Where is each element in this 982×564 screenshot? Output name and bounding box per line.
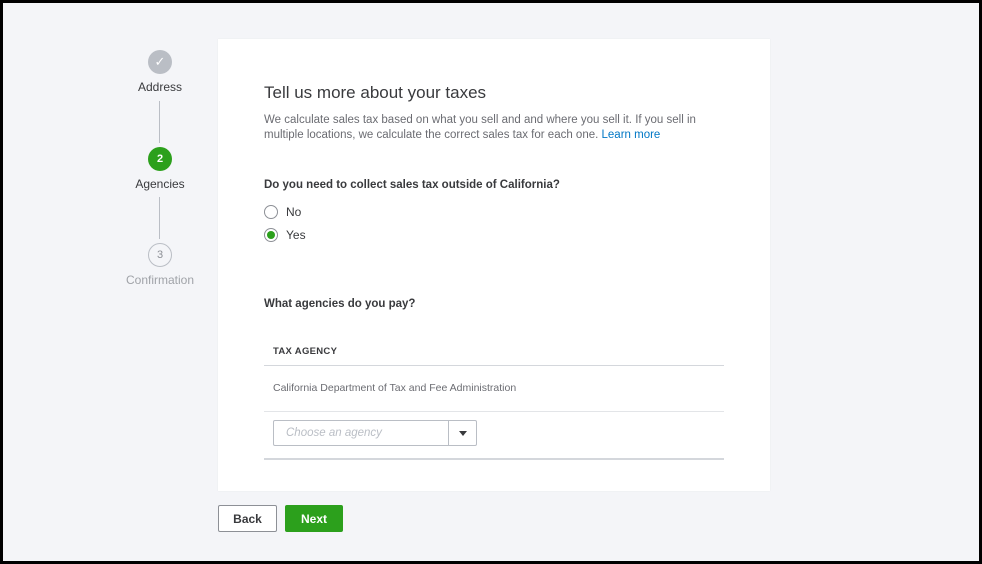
step-agencies: 2 Agencies <box>120 147 200 191</box>
app-window: ✓ Address 2 Agencies 3 Confirmation Tell… <box>0 0 982 564</box>
radio-option-no[interactable]: No <box>264 205 301 219</box>
check-icon: ✓ <box>148 50 172 74</box>
radio-option-yes[interactable]: Yes <box>264 228 306 242</box>
tax-setup-card: Tell us more about your taxes We calcula… <box>218 39 770 491</box>
chevron-down-icon <box>458 430 467 436</box>
step-connector <box>159 101 160 143</box>
tax-agency-table: TAX AGENCY California Department of Tax … <box>264 339 724 460</box>
radio-label-no: No <box>286 205 302 219</box>
next-button[interactable]: Next <box>285 505 343 532</box>
card-header: Tell us more about your taxes We calcula… <box>264 83 724 143</box>
step-label: Address <box>137 80 183 94</box>
radio-button-yes[interactable] <box>264 228 278 242</box>
back-button[interactable]: Back <box>218 505 277 532</box>
step-number: 2 <box>148 147 172 171</box>
step-number: 3 <box>148 243 172 267</box>
page-title: Tell us more about your taxes <box>264 83 487 102</box>
agency-select[interactable]: Choose an agency <box>273 420 477 446</box>
step-address: ✓ Address <box>120 50 200 94</box>
radio-label-yes: Yes <box>286 228 306 242</box>
learn-more-link[interactable]: Learn more <box>602 129 661 141</box>
agency-select-toggle[interactable] <box>448 421 476 445</box>
table-header-tax-agency: TAX AGENCY <box>264 339 724 366</box>
step-connector <box>159 197 160 239</box>
question-outside-california: Do you need to collect sales tax outside… <box>264 179 560 191</box>
question-agencies: What agencies do you pay? <box>264 298 416 310</box>
page-description: We calculate sales tax based on what you… <box>264 113 724 143</box>
radio-button-no[interactable] <box>264 205 278 219</box>
agency-select-placeholder: Choose an agency <box>286 427 382 439</box>
table-row-select: Choose an agency <box>264 412 724 460</box>
radio-selected-dot <box>267 231 275 239</box>
step-confirmation: 3 Confirmation <box>120 243 200 287</box>
table-row: California Department of Tax and Fee Adm… <box>264 366 724 412</box>
step-label: Agencies <box>135 177 185 191</box>
step-label: Confirmation <box>125 273 195 287</box>
